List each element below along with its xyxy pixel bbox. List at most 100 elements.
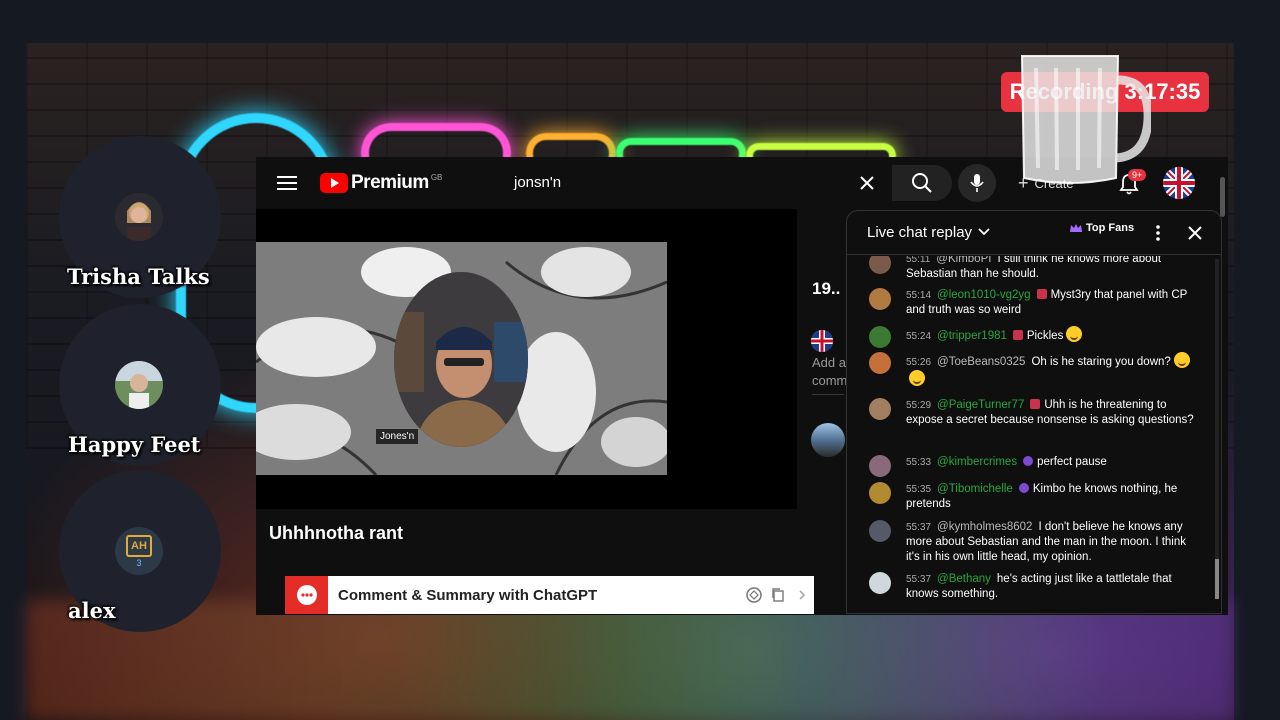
youtube-header: Premium GB jonsn'n + Create 9+: [256, 157, 1228, 217]
chat-author-avatar[interactable]: [869, 288, 891, 310]
comment-divider: [812, 394, 844, 395]
add-comment-line: comm: [812, 373, 848, 388]
chat-author-avatar[interactable]: [869, 326, 891, 348]
participant-name: alex: [68, 598, 116, 623]
camera-name-label: Jones'n: [376, 429, 419, 444]
close-icon[interactable]: [1185, 223, 1205, 243]
openai-icon[interactable]: [742, 583, 766, 607]
chat-timestamp: 55:26: [906, 357, 932, 368]
chat-author-name[interactable]: @Tibomichelle: [937, 483, 1013, 495]
chat-author-name[interactable]: @leon1010-vg2yg: [937, 289, 1031, 301]
chevron-right-icon[interactable]: [790, 583, 814, 607]
chat-scrollbar[interactable]: [1215, 259, 1219, 599]
chat-author-name[interactable]: @PaigeTurner77: [937, 399, 1024, 411]
comment-count: 19..: [812, 279, 841, 298]
participant-avatar: [115, 361, 163, 409]
chat-author-name[interactable]: @kymholmes8602: [937, 521, 1032, 533]
copy-icon[interactable]: [766, 583, 790, 607]
video-player[interactable]: Jones'n: [256, 209, 797, 509]
chatgpt-extension-bar[interactable]: Comment & Summary with ChatGPT: [285, 576, 814, 614]
chat-author-name[interactable]: @kimbercrimes: [937, 456, 1017, 468]
participant-avatar: AH 3: [115, 527, 163, 575]
chat-message-list[interactable]: 55:11 @KimboPI I still think he knows more…: [847, 256, 1215, 611]
participant-initials: AH: [126, 534, 152, 557]
chat-message-body: 55:29 @PaigeTurner77 Uhh is he threatening…: [906, 398, 1196, 428]
chat-message-body: 55:11 @KimboPI I still think he knows more…: [906, 256, 1196, 282]
create-button[interactable]: + Create: [1018, 173, 1074, 194]
extension-label: Comment & Summary with ChatGPT: [338, 586, 598, 604]
video-frame: Jones'n: [256, 242, 667, 475]
member-badge-icon: [1030, 399, 1041, 409]
chat-author-avatar[interactable]: [869, 352, 891, 374]
participant-avatar: [115, 193, 163, 241]
chat-message-body: 55:37 @kymholmes8602 I don't believe he kn…: [906, 520, 1196, 565]
reflective-floor: [26, 600, 1234, 720]
chat-message-body: 55:33 @kimbercrimes perfect pause: [906, 455, 1196, 470]
chat-author-name[interactable]: @KimboPI: [936, 256, 991, 265]
top-fans-label: Top Fans: [1086, 222, 1135, 234]
chat-message-body: 55:14 @leon1010-vg2yg Myst3ry that panel w…: [906, 288, 1196, 318]
member-badge-icon: [1012, 330, 1023, 340]
search-icon: [912, 173, 932, 193]
youtube-premium-logo[interactable]: Premium GB: [320, 171, 442, 195]
chat-author-avatar[interactable]: [869, 520, 891, 542]
chat-timestamp: 55:35: [906, 484, 932, 495]
chat-scrollbar-thumb[interactable]: [1215, 559, 1219, 599]
top-fans-button[interactable]: Top Fans: [1069, 222, 1134, 234]
notification-badge: 9+: [1128, 169, 1147, 181]
chat-timestamp: 55:29: [906, 400, 932, 411]
more-options-icon[interactable]: [1151, 223, 1165, 243]
chat-bubble-icon: [285, 576, 328, 614]
participant-name: Happy Feet: [68, 432, 201, 457]
add-comment-line: Add a: [812, 355, 846, 370]
recording-badge: Recording 3:17:35: [1001, 72, 1209, 112]
add-comment-field[interactable]: Add a comm: [812, 354, 847, 390]
hamburger-menu-icon[interactable]: [274, 171, 300, 195]
chat-message-body: 55:35 @Tibomichelle Kimbo he knows nothing…: [906, 482, 1196, 512]
live-chat-header: Live chat replay Top Fans: [847, 211, 1221, 255]
logo-region: GB: [430, 172, 443, 182]
stream-stage: Trisha Talks Happy Feet AH 3 alex Premiu…: [0, 0, 1280, 720]
chat-message-text: Oh is he staring you down?: [1031, 356, 1171, 368]
chat-author-avatar[interactable]: [869, 398, 891, 420]
chat-author-avatar[interactable]: [869, 256, 891, 274]
plus-icon: +: [1018, 173, 1029, 193]
chat-message-body: 55:24 @tripper1981 Pickles: [906, 326, 1196, 344]
youtube-play-icon: [320, 173, 348, 193]
create-label: Create: [1034, 176, 1074, 191]
chat-author-name[interactable]: @tripper1981: [937, 330, 1007, 342]
chat-timestamp: 55:37: [906, 522, 932, 533]
participant-tile: Trisha Talks: [59, 136, 221, 298]
commenter-avatar: [811, 330, 833, 352]
chat-message-body: 55:37 @Bethany he's acting just like a tat…: [906, 572, 1196, 602]
participant-name: Trisha Talks: [67, 264, 210, 289]
comment-avatar: [811, 423, 845, 457]
chat-timestamp: 55:14: [906, 290, 932, 301]
chat-timestamp: 55:11: [906, 256, 931, 265]
chat-author-name[interactable]: @ToeBeans0325: [937, 356, 1025, 368]
chat-author-avatar[interactable]: [869, 482, 891, 504]
chat-author-avatar[interactable]: [869, 455, 891, 477]
chat-message-body: 55:26 @ToeBeans0325 Oh is he staring you d…: [906, 352, 1196, 388]
clear-search-icon[interactable]: [854, 170, 880, 196]
chevron-down-icon[interactable]: [977, 225, 991, 239]
voice-search-button[interactable]: [958, 164, 996, 202]
live-chat-title[interactable]: Live chat replay: [867, 224, 972, 241]
profile-avatar[interactable]: [1163, 167, 1195, 199]
search-input[interactable]: jonsn'n: [514, 174, 561, 191]
member-badge-icon: [1023, 456, 1034, 466]
chat-timestamp: 55:37: [906, 574, 932, 585]
chat-author-avatar[interactable]: [869, 572, 891, 594]
chat-author-name[interactable]: @Bethany: [937, 573, 991, 585]
participant-tile: Happy Feet: [59, 304, 221, 466]
logo-wordmark: Premium: [351, 172, 429, 193]
chat-timestamp: 55:24: [906, 331, 932, 342]
member-badge-icon: [1036, 289, 1047, 299]
search-button[interactable]: [892, 165, 952, 201]
chat-message-text: perfect pause: [1037, 456, 1107, 468]
chat-message-text: Pickles: [1026, 330, 1064, 342]
participant-level: 3: [136, 557, 142, 568]
webcam-feed: [394, 272, 528, 447]
microphone-icon: [970, 174, 984, 192]
member-badge-icon: [1018, 483, 1029, 493]
